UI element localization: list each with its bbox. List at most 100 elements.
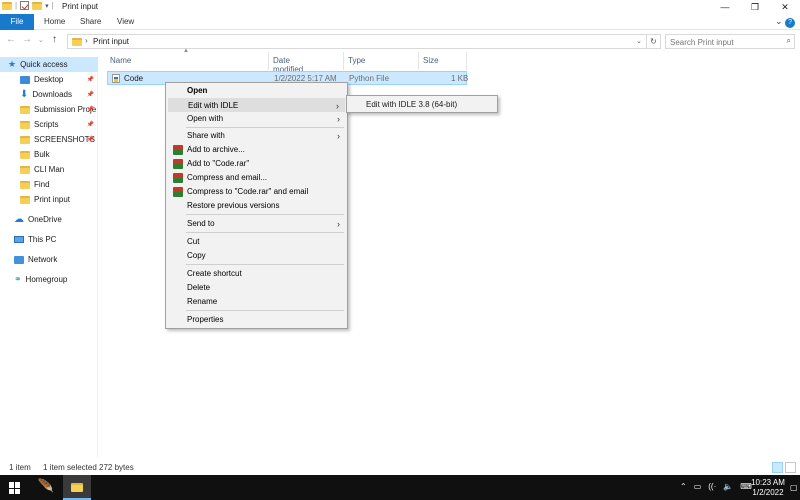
file-explorer-taskbar-icon[interactable] xyxy=(63,475,91,500)
menu-item-add-to-archive[interactable]: Add to archive... xyxy=(168,143,345,157)
sidebar-item-desktop[interactable]: Desktop 📌 xyxy=(0,72,98,87)
sidebar-item-downloads[interactable]: ⬇ Downloads 📌 xyxy=(0,87,98,102)
menu-item-compress-rar-and-email[interactable]: Compress to "Code.rar" and email xyxy=(168,185,345,199)
pin-icon: 📌 xyxy=(86,107,94,113)
sidebar-item-bulk[interactable]: Bulk xyxy=(0,147,98,162)
tab-share[interactable]: Share xyxy=(80,14,101,30)
sidebar-item-quick-access[interactable]: ★ Quick access xyxy=(0,57,98,72)
sidebar-item-label: OneDrive xyxy=(28,215,62,224)
show-hidden-icons-icon[interactable]: ⌃ xyxy=(680,482,687,491)
menu-item-create-shortcut[interactable]: Create shortcut xyxy=(168,267,345,281)
forward-icon[interactable]: → xyxy=(22,34,32,45)
menu-item-edit-with-idle-3-8[interactable]: Edit with IDLE 3.8 (64-bit) xyxy=(349,98,495,111)
winrar-icon xyxy=(173,173,183,183)
status-bar: 1 item 1 item selected 272 bytes xyxy=(0,461,800,475)
menu-divider xyxy=(186,232,344,233)
column-size[interactable]: Size xyxy=(423,56,439,65)
search-box[interactable]: ⌕ xyxy=(665,34,795,49)
windows-start-icon[interactable] xyxy=(9,482,21,494)
sidebar-item-label: Find xyxy=(34,180,50,189)
python-file-icon xyxy=(112,74,120,83)
column-name[interactable]: Name xyxy=(110,56,131,65)
folder-icon xyxy=(2,1,12,10)
quick-access-toolbar: | ▾ | xyxy=(2,1,54,10)
volume-icon[interactable]: 🔈 xyxy=(723,482,733,491)
menu-item-compress-and-email[interactable]: Compress and email... xyxy=(168,171,345,185)
menu-item-share-with[interactable]: Share with › xyxy=(168,129,345,143)
sidebar-item-onedrive[interactable]: ☁ OneDrive xyxy=(0,212,98,227)
pin-icon: 📌 xyxy=(86,77,94,83)
file-type: Python File xyxy=(349,74,390,83)
help-icon[interactable]: ? xyxy=(785,18,796,28)
tab-view[interactable]: View xyxy=(117,14,134,30)
sidebar-item-cli-man[interactable]: CLI Man xyxy=(0,162,98,177)
sidebar-item-find[interactable]: Find xyxy=(0,177,98,192)
menu-item-add-to-code-rar[interactable]: Add to "Code.rar" xyxy=(168,157,345,171)
pin-icon: 📌 xyxy=(86,137,94,143)
customize-toolbar-icon[interactable]: ▾ xyxy=(45,2,49,10)
new-folder-icon[interactable] xyxy=(32,1,43,10)
breadcrumb-separator-icon[interactable]: › xyxy=(85,36,88,45)
clock[interactable]: 10:23 AM 1/2/2022 xyxy=(748,478,788,498)
star-icon: ★ xyxy=(8,59,17,69)
column-type[interactable]: Type xyxy=(348,56,365,65)
minimize-icon[interactable]: — xyxy=(710,0,740,14)
menu-item-open-with[interactable]: Open with › xyxy=(168,112,345,126)
menu-item-restore-previous-versions[interactable]: Restore previous versions xyxy=(168,199,345,213)
search-input[interactable] xyxy=(670,37,780,47)
sidebar-item-scripts[interactable]: Scripts 📌 xyxy=(0,117,98,132)
menu-item-label: Share with xyxy=(187,131,225,140)
tab-home[interactable]: Home xyxy=(44,14,65,30)
properties-icon[interactable] xyxy=(20,1,30,10)
menu-divider xyxy=(186,127,344,128)
tab-file[interactable]: File xyxy=(0,14,34,30)
device-icon[interactable]: ▭ xyxy=(694,482,702,491)
sidebar-item-network[interactable]: Network xyxy=(0,252,98,267)
folder-icon xyxy=(20,135,30,144)
title-bar: | ▾ | Print input — ❐ ✕ xyxy=(0,0,800,14)
back-icon[interactable]: ← xyxy=(6,34,16,45)
homegroup-icon: ⚭ xyxy=(14,274,22,284)
up-icon[interactable]: ↑ xyxy=(52,34,57,45)
large-icons-view-icon[interactable] xyxy=(785,462,796,473)
sort-ascending-icon: ▲ xyxy=(183,48,189,54)
winrar-icon xyxy=(173,159,183,169)
menu-item-label: Add to archive... xyxy=(187,145,245,154)
ribbon: File Home Share View ⌄ ? xyxy=(0,14,800,30)
refresh-icon[interactable]: ↻ xyxy=(647,34,661,49)
menu-item-edit-with-idle[interactable]: Edit with IDLE › xyxy=(168,98,345,112)
close-icon[interactable]: ✕ xyxy=(770,0,800,14)
sidebar-item-this-pc[interactable]: This PC xyxy=(0,232,98,247)
maximize-icon[interactable]: ❐ xyxy=(740,0,770,14)
wifi-icon[interactable]: ((· xyxy=(708,482,716,491)
menu-item-open[interactable]: Open xyxy=(168,84,345,98)
sidebar-item-label: Homegroup xyxy=(25,275,68,284)
notifications-icon[interactable]: ▢ xyxy=(790,483,798,492)
details-view-icon[interactable] xyxy=(772,462,783,473)
menu-item-cut[interactable]: Cut xyxy=(168,235,345,249)
sidebar-item-submission-project[interactable]: Submission Proje 📌 xyxy=(0,102,98,117)
recent-locations-icon[interactable]: ⌄ xyxy=(38,36,44,44)
menu-item-copy[interactable]: Copy xyxy=(168,249,345,263)
address-bar[interactable]: › Print input ⌄ xyxy=(67,34,647,49)
sidebar-item-screenshots[interactable]: SCREENSHOTS 📌 xyxy=(0,132,98,147)
folder-icon xyxy=(20,165,30,174)
folder-icon xyxy=(20,180,30,189)
menu-item-send-to[interactable]: Send to › xyxy=(168,217,345,231)
file-name: Code xyxy=(124,74,144,83)
address-dropdown-icon[interactable]: ⌄ xyxy=(636,37,642,45)
window-title: Print input xyxy=(62,2,99,11)
sidebar-item-print-input[interactable]: Print input xyxy=(0,192,98,207)
python-app-icon[interactable]: 🪶 xyxy=(35,478,57,498)
sidebar-item-homegroup[interactable]: ⚭ Homegroup xyxy=(0,272,98,287)
navigation-pane: ★ Quick access Desktop 📌 ⬇ Downloads 📌 S… xyxy=(0,55,98,457)
folder-icon xyxy=(71,483,83,492)
menu-item-delete[interactable]: Delete xyxy=(168,281,345,295)
menu-item-properties[interactable]: Properties xyxy=(168,313,345,327)
clock-time: 10:23 AM xyxy=(751,478,785,487)
breadcrumb-current[interactable]: Print input xyxy=(93,37,129,46)
menu-item-rename[interactable]: Rename xyxy=(168,295,345,309)
sidebar-item-label: Network xyxy=(28,255,58,264)
search-icon[interactable]: ⌕ xyxy=(787,36,791,46)
expand-ribbon-icon[interactable]: ⌄ xyxy=(775,16,783,26)
